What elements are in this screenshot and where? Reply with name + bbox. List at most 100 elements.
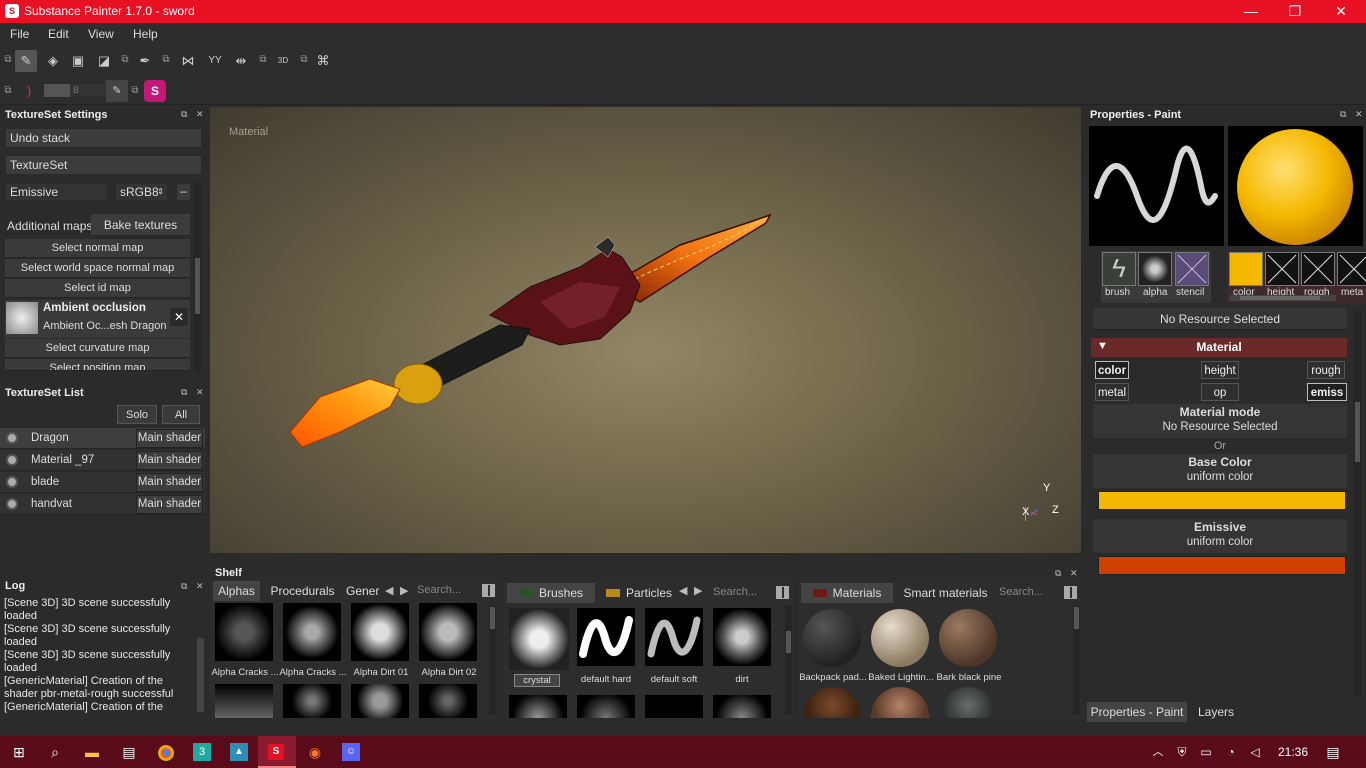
substance-share-icon[interactable]: S — [144, 80, 166, 102]
brush-thumb[interactable] — [577, 695, 635, 718]
volume-icon[interactable]: ◁ — [1244, 741, 1266, 763]
material-thumb[interactable] — [803, 609, 861, 667]
popout-icon[interactable]: ⧉ — [298, 54, 310, 66]
alpha-thumb[interactable] — [215, 603, 273, 661]
restore-button[interactable]: ❐ — [1272, 0, 1318, 23]
defender-icon[interactable]: ⛨ — [1171, 741, 1193, 763]
visibility-radio-icon[interactable] — [6, 498, 18, 510]
photos-icon[interactable]: ▲ — [230, 743, 248, 761]
material-thumb[interactable] — [871, 687, 929, 718]
brushes-search[interactable]: Search... — [713, 586, 773, 601]
channel-toggle-emiss[interactable]: emiss — [1307, 383, 1347, 401]
select-position-map-button[interactable]: Select position map — [5, 359, 190, 371]
textureset-row[interactable]: Dragon Main shader — [0, 428, 205, 449]
brush-thumb[interactable] — [713, 608, 771, 666]
channel-toggle-rough[interactable]: rough — [1307, 361, 1345, 379]
color-picker-icon[interactable]: ✒ — [134, 50, 156, 72]
remove-channel-button[interactable]: – — [176, 183, 191, 201]
metal-slot-icon[interactable] — [1337, 252, 1366, 286]
properties-scrollbar[interactable] — [1354, 310, 1361, 696]
channels-hscroll[interactable] — [1230, 295, 1336, 301]
menu-view[interactable]: View — [88, 27, 114, 41]
all-button[interactable]: All — [162, 405, 200, 424]
brush-thumb[interactable] — [577, 608, 635, 666]
pen-pressure-icon[interactable]: ✎ — [106, 80, 128, 102]
popout-icon[interactable]: ⧉ — [2, 85, 14, 97]
textureset-row[interactable]: blade Main shader — [0, 472, 205, 493]
bake-textures-button[interactable]: Bake textures — [91, 214, 190, 236]
brush-thumb[interactable] — [713, 695, 771, 718]
close-button[interactable]: ✕ — [1318, 0, 1364, 23]
undo-stack-button[interactable]: Undo stack — [5, 128, 202, 148]
color-slot-icon[interactable] — [1229, 252, 1263, 286]
clear-ao-icon[interactable]: ✕ — [170, 308, 188, 326]
panel-close-icon[interactable]: ✕ — [1070, 568, 1078, 579]
tab-brushes[interactable]: Brushes — [507, 583, 595, 603]
textureset-row[interactable]: handvat Main shader — [0, 494, 205, 515]
brush-slot-icon[interactable]: ϟ — [1102, 252, 1136, 286]
select-id-map-button[interactable]: Select id map — [5, 279, 190, 298]
material-section-header[interactable]: ▼ Material — [1091, 338, 1347, 357]
stencil-slot-icon[interactable] — [1175, 252, 1209, 286]
panel-float-icon[interactable]: ⧉ — [181, 109, 187, 120]
shader-select[interactable]: Main shader — [136, 495, 203, 514]
notifications-icon[interactable]: ▤ — [1322, 741, 1344, 763]
alphas-search[interactable]: Search... — [417, 584, 479, 599]
material-thumb[interactable] — [803, 687, 861, 718]
tab-right-icon[interactable]: ▶ — [400, 584, 408, 597]
app-3-icon[interactable]: 3 — [193, 743, 211, 761]
brush-thumb[interactable] — [645, 608, 703, 666]
textureset-button[interactable]: TextureSet — [5, 155, 202, 175]
mirror-xy-icon[interactable]: YY — [204, 50, 226, 72]
battery-icon[interactable]: ▭ — [1195, 741, 1217, 763]
brush-thumb[interactable] — [509, 695, 567, 718]
clock[interactable]: 21:36 — [1278, 745, 1308, 759]
eraser-icon[interactable]: ◈ — [42, 50, 64, 72]
panel-close-icon[interactable]: ✕ — [196, 109, 204, 120]
textureset-row[interactable]: Material _97 Main shader — [0, 450, 205, 471]
brush-size-field[interactable]: 8 — [43, 83, 107, 98]
wifi-icon[interactable]: ◔ — [1220, 741, 1242, 763]
channel-field[interactable]: Emissive — [5, 183, 108, 201]
tab-alphas[interactable]: Alphas — [213, 581, 260, 601]
settings-scrollbar[interactable] — [194, 182, 201, 372]
visibility-radio-icon[interactable] — [6, 476, 18, 488]
brushes-scrollbar[interactable] — [785, 605, 792, 715]
alpha-slot-icon[interactable] — [1138, 252, 1172, 286]
polygon-fill-icon[interactable]: ◪ — [93, 50, 115, 72]
panel-close-icon[interactable]: ✕ — [196, 387, 204, 398]
paint-brush-icon[interactable]: ✎ — [15, 50, 37, 72]
panel-float-icon[interactable]: ⧉ — [181, 581, 187, 592]
material-thumb[interactable] — [939, 687, 997, 718]
rough-slot-icon[interactable] — [1301, 252, 1335, 286]
popout-icon[interactable]: ⧉ — [129, 85, 141, 97]
alpha-thumb[interactable] — [419, 603, 477, 661]
store-icon[interactable]: ▤ — [118, 741, 140, 763]
base-color-swatch[interactable] — [1098, 491, 1346, 510]
panel-close-icon[interactable]: ✕ — [196, 581, 204, 592]
menu-help[interactable]: Help — [133, 27, 158, 41]
emissive-color-swatch[interactable] — [1098, 556, 1346, 575]
materials-search[interactable]: Search... — [999, 586, 1059, 601]
3d-viewport[interactable]: Material Y X Z — [210, 107, 1081, 553]
menu-edit[interactable]: Edit — [48, 27, 69, 41]
chrome-icon[interactable] — [158, 745, 174, 761]
alpha-thumb[interactable] — [283, 684, 341, 718]
select-normal-map-button[interactable]: Select normal map — [5, 239, 190, 258]
tab-particles[interactable]: Particles — [600, 583, 678, 603]
tab-materials[interactable]: Materials — [801, 583, 893, 603]
log-scrollbar[interactable] — [197, 638, 204, 712]
camera-icon[interactable]: ⌘ — [312, 50, 334, 72]
ambient-occlusion-slot[interactable]: Ambient occlusion Ambient Oc...esh Drago… — [5, 300, 190, 338]
channel-toggle-op[interactable]: op — [1201, 383, 1239, 401]
shader-select[interactable]: Main shader — [136, 473, 203, 492]
material-thumb[interactable] — [939, 609, 997, 667]
panel-float-icon[interactable]: ⧉ — [1340, 109, 1346, 120]
tab-left-icon[interactable]: ◀ — [679, 584, 687, 597]
menu-file[interactable]: File — [10, 27, 29, 41]
tab-left-icon[interactable]: ◀ — [385, 584, 393, 597]
discord-icon[interactable]: ☺ — [342, 743, 360, 761]
visibility-radio-icon[interactable] — [6, 432, 18, 444]
material-thumb[interactable] — [871, 609, 929, 667]
grid-view-icon[interactable] — [776, 586, 789, 599]
